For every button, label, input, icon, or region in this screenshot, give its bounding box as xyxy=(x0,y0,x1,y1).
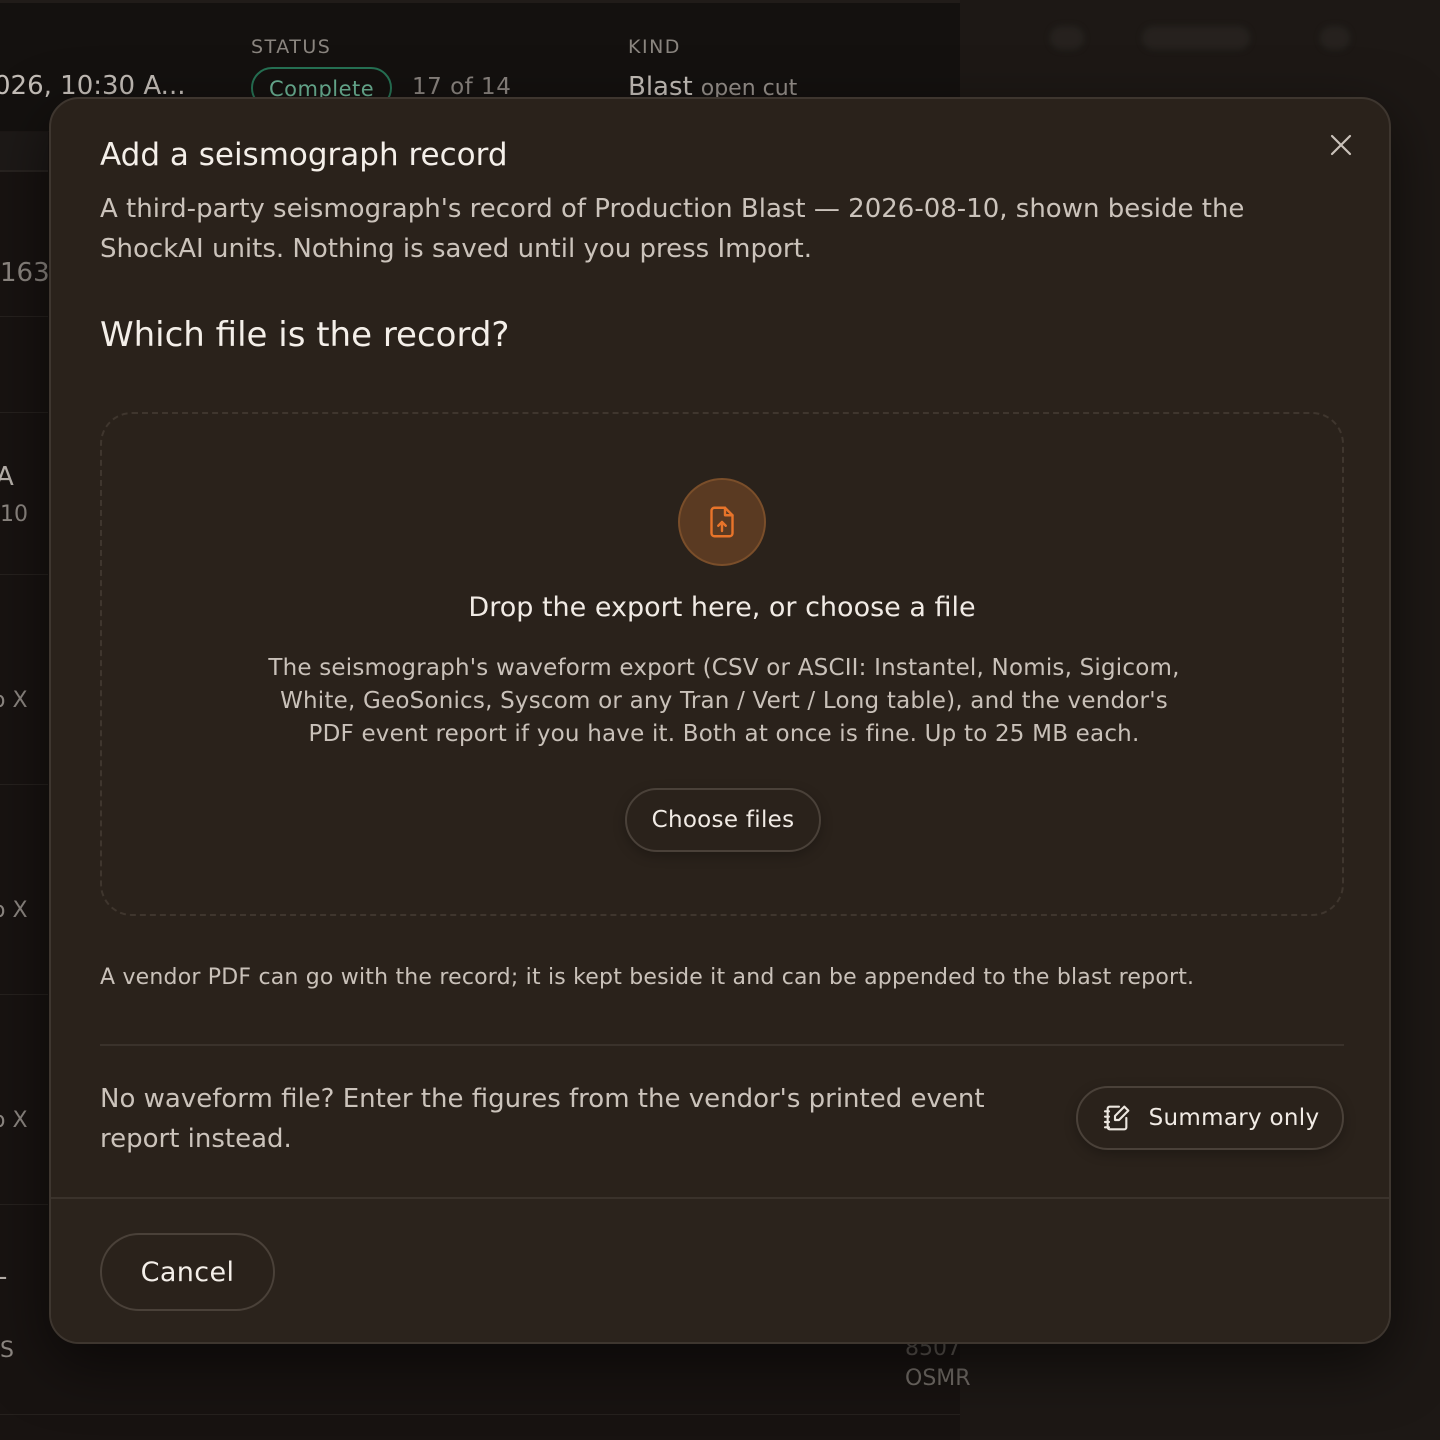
summary-only-button[interactable]: Summary only xyxy=(1076,1086,1344,1150)
choose-files-button[interactable]: Choose files xyxy=(625,788,821,852)
dialog-title: Add a seismograph record xyxy=(100,137,508,173)
dialog-footer: Cancel xyxy=(51,1197,1389,1342)
page: 026, 10:30 A... STATUS Complete 17 of 14… xyxy=(0,0,1440,1440)
divider xyxy=(100,1044,1344,1046)
section-title: Which file is the record? xyxy=(100,315,510,355)
close-icon xyxy=(1330,134,1352,156)
file-upload-icon xyxy=(710,506,734,538)
upload-icon-circle xyxy=(678,478,766,566)
dropzone-heading: Drop the export here, or choose a file xyxy=(468,592,976,623)
cancel-button[interactable]: Cancel xyxy=(100,1233,275,1311)
file-dropzone[interactable]: Drop the export here, or choose a file T… xyxy=(100,412,1344,916)
dialog-description: A third-party seismograph's record of Pr… xyxy=(100,194,1245,264)
notebook-edit-icon xyxy=(1103,1105,1130,1131)
dropzone-description: The seismograph's waveform export (CSV o… xyxy=(268,655,1180,747)
summary-only-label: Summary only xyxy=(1148,1105,1320,1131)
add-seismograph-record-dialog: Add a seismograph record A third-party s… xyxy=(49,97,1391,1344)
vendor-pdf-note: A vendor PDF can go with the record; it … xyxy=(100,965,1195,990)
no-waveform-text: No waveform file? Enter the figures from… xyxy=(100,1084,985,1154)
close-button[interactable] xyxy=(1323,127,1359,163)
